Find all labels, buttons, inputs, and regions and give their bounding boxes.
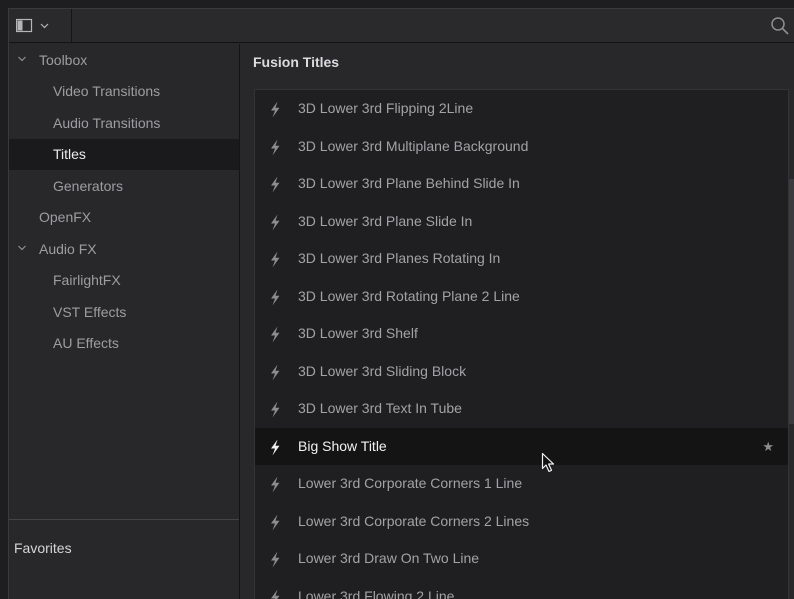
list-item[interactable]: 3D Lower 3rd Rotating Plane 2 Line	[255, 278, 788, 316]
sidebar-item-toolbox[interactable]: Toolbox	[9, 44, 239, 76]
chevron-down-icon	[40, 23, 49, 28]
list-item-label: 3D Lower 3rd Plane Slide In	[298, 212, 473, 229]
effects-library-panel: Toolbox Video Transitions Audio Transition…	[8, 8, 794, 599]
fusion-lightning-icon	[271, 401, 280, 418]
fusion-lightning-icon	[271, 176, 280, 193]
sidebar-item-label: Audio FX	[39, 240, 97, 257]
list-item[interactable]: 3D Lower 3rd Planes Rotating In	[255, 240, 788, 278]
sidebar-item-au-effects[interactable]: AU Effects	[9, 328, 239, 360]
sidebar-item-label: Titles	[53, 146, 86, 163]
sidebar-item-label: Generators	[53, 177, 124, 194]
sidebar-item-label: Audio Transitions	[53, 114, 161, 131]
list-item[interactable]: 3D Lower 3rd Text In Tube	[255, 390, 788, 428]
list-item[interactable]: Lower 3rd Draw On Two Line	[255, 540, 788, 578]
fusion-lightning-icon	[271, 101, 280, 118]
sidebar-item-generators[interactable]: Generators	[9, 170, 239, 202]
sidebar-item-openfx[interactable]: OpenFX	[9, 202, 239, 234]
list-item-label: 3D Lower 3rd Text In Tube	[298, 400, 462, 416]
list-item-label: Lower 3rd Flowing 2 Line	[298, 587, 455, 599]
sidebar-item-label: Toolbox	[39, 51, 88, 68]
list-item-label: Lower 3rd Corporate Corners 1 Line	[298, 475, 523, 491]
library-toolbar	[9, 9, 794, 43]
list-item[interactable]: Lower 3rd Flowing 2 Line	[255, 578, 788, 599]
fusion-lightning-icon	[271, 514, 280, 530]
list-item-label: Big Show Title	[298, 437, 387, 454]
library-sidebar: Toolbox Video Transitions Audio Transition…	[9, 44, 240, 599]
fusion-lightning-icon	[271, 476, 280, 493]
fusion-lightning-icon	[271, 214, 280, 230]
mouse-cursor-icon	[541, 452, 555, 473]
list-item-label: 3D Lower 3rd Plane Behind Slide In	[298, 175, 520, 191]
list-item[interactable]: Lower 3rd Corporate Corners 1 Line	[255, 465, 788, 503]
fusion-lightning-icon	[271, 364, 280, 380]
category-tree: Toolbox Video Transitions Audio Transition…	[9, 44, 239, 359]
list-item[interactable]: 3D Lower 3rd Plane Slide In	[255, 203, 788, 241]
fusion-lightning-icon	[271, 139, 280, 155]
list-item[interactable]: 3D Lower 3rd Flipping 2Line	[255, 90, 788, 128]
list-item[interactable]: Lower 3rd Corporate Corners 2 Lines	[255, 503, 788, 541]
sidebar-item-video-transitions[interactable]: Video Transitions	[9, 76, 239, 108]
list-item[interactable]: Big Show Title ★	[255, 427, 788, 465]
list-item[interactable]: 3D Lower 3rd Multiplane Background	[255, 128, 788, 166]
scrollbar[interactable]	[789, 179, 794, 424]
search-icon	[771, 17, 789, 35]
library-content: Fusion Titles 3D Lower 3rd Flipping 2Lin…	[240, 44, 794, 599]
fusion-lightning-icon	[271, 439, 280, 455]
list-item-label: 3D Lower 3rd Shelf	[298, 325, 418, 341]
search-button[interactable]	[769, 15, 791, 37]
sidebar-item-audio-fx[interactable]: Audio FX	[9, 233, 239, 265]
toolbar-divider	[71, 9, 72, 43]
favorites-divider	[9, 519, 239, 520]
list-item-label: Lower 3rd Corporate Corners 2 Lines	[298, 512, 530, 529]
list-item[interactable]: 3D Lower 3rd Plane Behind Slide In	[255, 165, 788, 203]
sidebar-item-vst-effects[interactable]: VST Effects	[9, 296, 239, 328]
list-item-label: 3D Lower 3rd Rotating Plane 2 Line	[298, 287, 520, 304]
fusion-lightning-icon	[271, 551, 280, 568]
fusion-lightning-icon	[271, 251, 280, 268]
sidebar-item-titles[interactable]: Titles	[9, 138, 239, 170]
panel-toggle-button[interactable]	[11, 12, 71, 39]
sidebar-item-label: AU Effects	[53, 335, 119, 352]
page-title: Fusion Titles	[253, 54, 340, 70]
chevron-down-icon[interactable]	[17, 54, 27, 64]
sidebar-item-label: VST Effects	[53, 303, 127, 320]
fusion-lightning-icon	[271, 589, 280, 599]
chevron-down-icon[interactable]	[17, 243, 27, 253]
favorites-label[interactable]: Favorites	[14, 540, 72, 556]
list-item-label: 3D Lower 3rd Multiplane Background	[298, 137, 529, 154]
sidebar-item-label: Video Transitions	[53, 83, 161, 100]
sidebar-item-audio-transitions[interactable]: Audio Transitions	[9, 107, 239, 139]
sidebar-item-fairlightfx[interactable]: FairlightFX	[9, 265, 239, 297]
sidebar-item-label: FairlightFX	[53, 272, 121, 289]
list-item[interactable]: 3D Lower 3rd Sliding Block	[255, 353, 788, 391]
panel-layout-icon	[16, 18, 49, 32]
list-item-label: 3D Lower 3rd Planes Rotating In	[298, 250, 501, 266]
effects-list: 3D Lower 3rd Flipping 2Line 3D Lower 3rd …	[254, 89, 789, 599]
list-item[interactable]: 3D Lower 3rd Shelf	[255, 315, 788, 353]
sidebar-item-label: OpenFX	[39, 209, 92, 226]
fusion-lightning-icon	[271, 326, 280, 343]
fusion-lightning-icon	[271, 289, 280, 305]
list-item-label: 3D Lower 3rd Sliding Block	[298, 362, 467, 379]
favorite-star-icon[interactable]: ★	[762, 439, 774, 455]
list-item-label: Lower 3rd Draw On Two Line	[298, 550, 480, 566]
list-item-label: 3D Lower 3rd Flipping 2Line	[298, 100, 474, 116]
